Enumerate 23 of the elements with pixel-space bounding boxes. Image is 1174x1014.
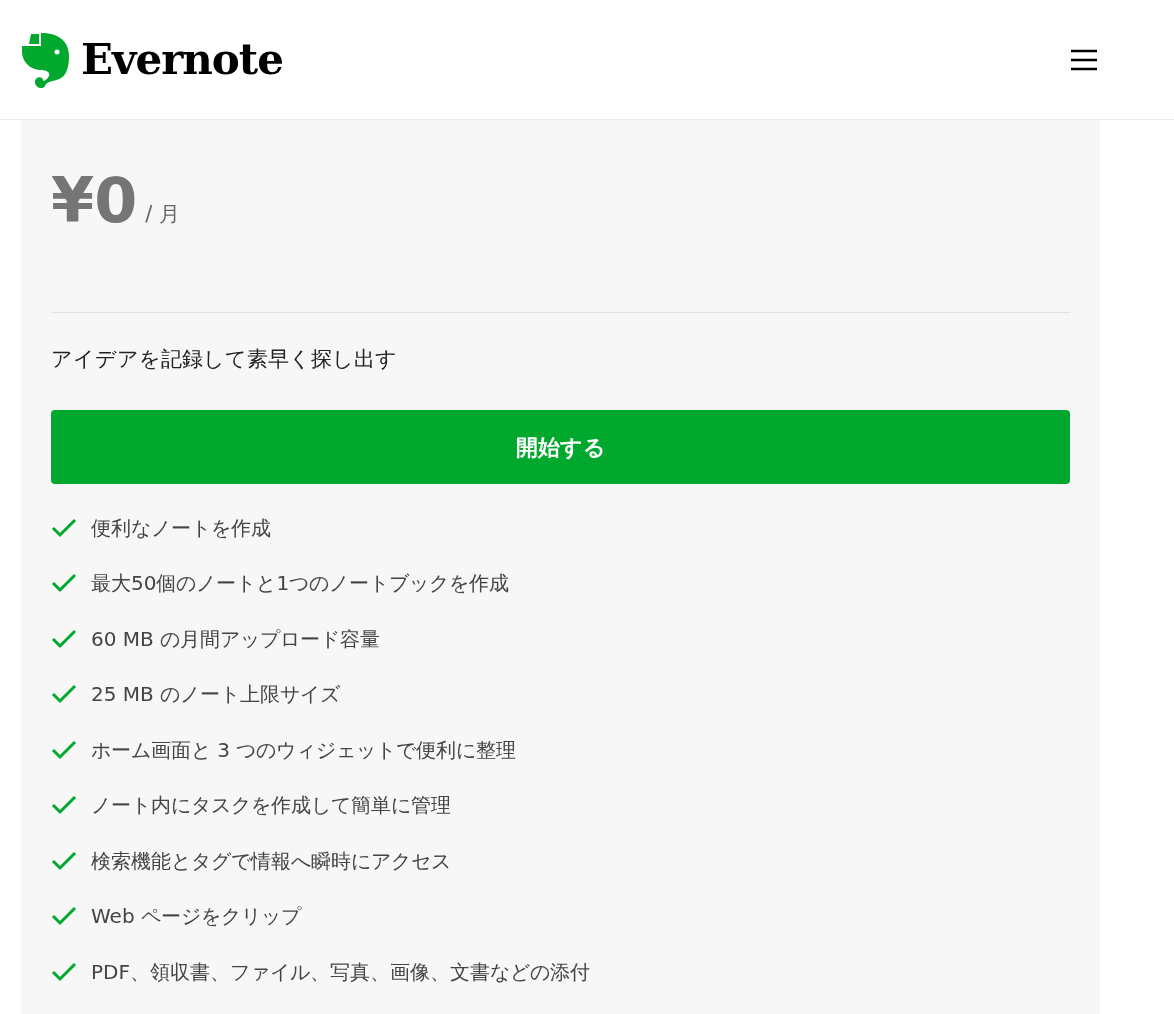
check-icon	[51, 517, 77, 538]
check-icon	[51, 906, 77, 926]
feature-text: 便利なノートを作成	[91, 514, 271, 542]
feature-text: Web ページをクリップ	[91, 903, 301, 930]
menu-icon[interactable]	[1070, 48, 1098, 71]
check-icon	[51, 739, 77, 760]
feature-text: ノート内にタスクを作成して簡単に管理	[91, 792, 451, 819]
feature-text: 25 MB のノート上限サイズ	[91, 681, 341, 708]
plan-tagline: アイデアを記録して素早く探し出す	[51, 349, 398, 370]
price: ¥0	[51, 170, 138, 232]
check-icon	[51, 961, 77, 982]
check-icon	[51, 850, 77, 871]
check-icon	[51, 628, 77, 649]
feature-text: 検索機能とタグで情報へ瞬時にアクセス	[91, 847, 451, 875]
check-icon	[51, 795, 77, 815]
feature-text: 最大50個のノートと1つのノートブックを作成	[91, 570, 510, 597]
check-icon	[51, 684, 77, 704]
price-period: / 月	[145, 200, 181, 228]
feature-text: 60 MB の月間アップロード容量	[91, 625, 381, 653]
feature-text: PDF、領収書、ファイル、写真、画像、文書などの添付	[91, 958, 590, 986]
check-icon	[51, 573, 77, 593]
feature-text: ホーム画面と 3 つのウィジェットで便利に整理	[91, 736, 517, 764]
brand-name[interactable]: Evernote	[81, 28, 283, 91]
